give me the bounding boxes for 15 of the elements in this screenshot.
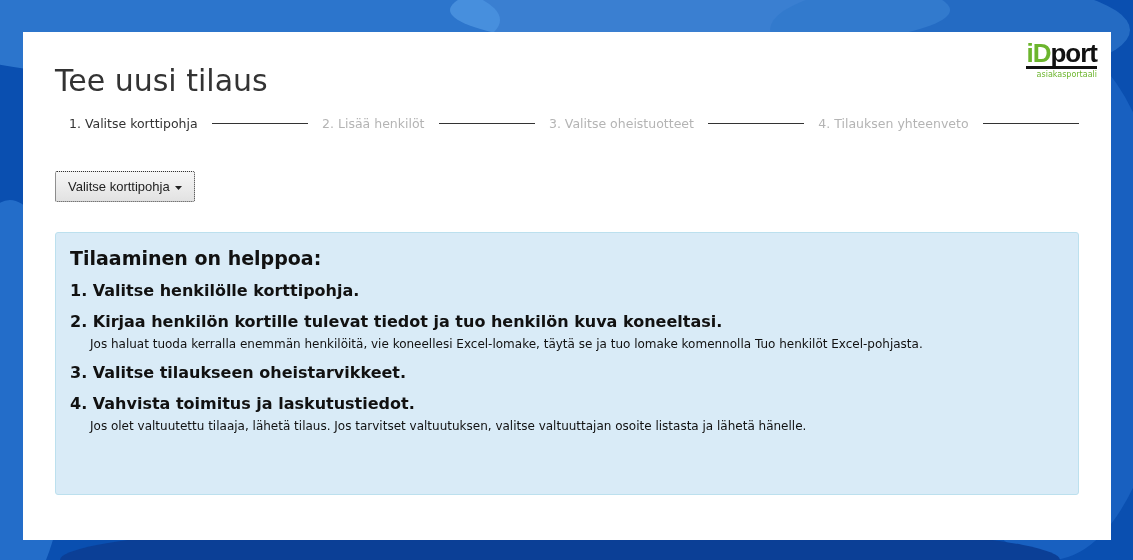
instruction-note: Jos olet valtuutettu tilaaja, lähetä tilaus. Jos tarvitset valtuutuksen, valitse valtuuttajan osoite listasta ja lähetä hänelle. — [90, 419, 808, 433]
instruction-step: 2. Kirjaa henkilön kortille tulevat tiedot ja tuo henkilön kuva koneeltasi. — [70, 312, 1064, 331]
instruction-step: 4. Vahvista toimitus ja laskutustiedot. — [70, 394, 1064, 413]
step-label: 4. Tilauksen yhteenveto — [818, 116, 969, 131]
instruction-step: 1. Valitse henkilölle korttipohja. — [70, 281, 1064, 300]
logo: iDport asiakasportaali — [1026, 40, 1097, 79]
caret-icon — [175, 185, 183, 190]
instruction-step: 3. Valitse tilaukseen oheistarvikkeet. — [70, 363, 1064, 382]
template-dropdown[interactable]: Valitse korttipohja — [55, 171, 196, 202]
instruction-note: Jos haluat tuoda kerralla enemmän henkilöitä, vie koneellesi Excel-lomake, täytä se ja tuo lomake komennolla Tuo henkilöt Excel-pohjasta. — [90, 337, 924, 351]
page-title: Tee uusi tilaus — [55, 62, 268, 100]
step-label: 3. Valitse oheistuotteet — [548, 116, 694, 131]
step-label: 1. Valitse korttipohja — [69, 116, 198, 131]
info-heading: Tilaaminen on helppoa: — [70, 247, 323, 269]
step-label: 2. Lisää henkilöt — [322, 116, 425, 131]
